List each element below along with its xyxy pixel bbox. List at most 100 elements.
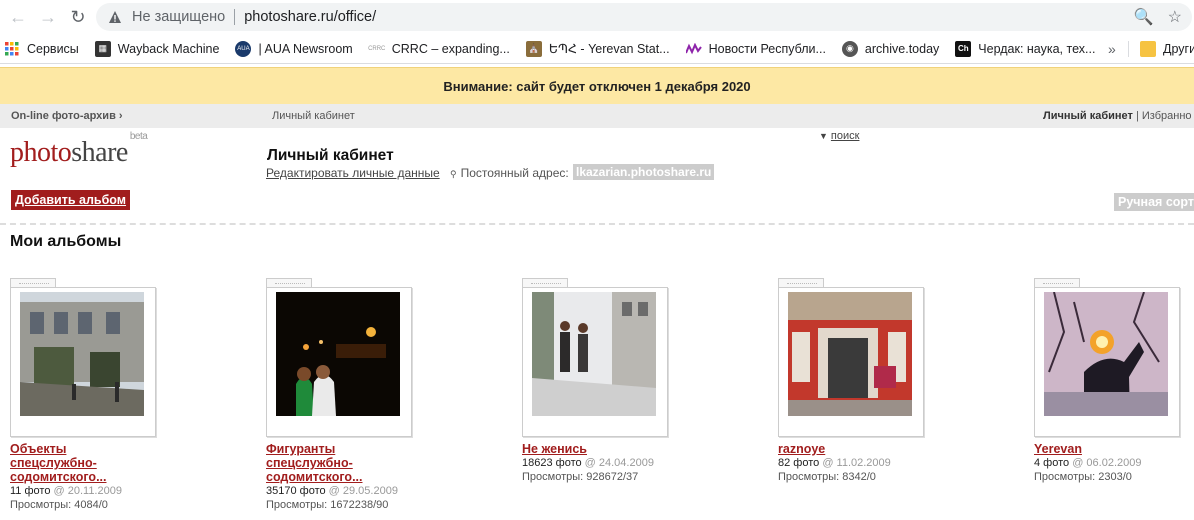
- search-link[interactable]: ▼ поиск: [819, 130, 859, 142]
- album-photo-count: 11 фото: [10, 485, 51, 497]
- album-thumbnail[interactable]: [788, 292, 912, 416]
- logo-part-photo: photo: [10, 137, 72, 168]
- add-album-button[interactable]: Добавить альбом: [11, 190, 131, 210]
- album-title-link[interactable]: Yerevan: [1034, 442, 1164, 456]
- reload-icon[interactable]: ↻: [66, 5, 90, 29]
- triangle-down-icon: ▼: [819, 131, 828, 141]
- album-views: Просмотры: 2303/0: [1034, 471, 1132, 483]
- album-date: @ 06.02.2009: [1072, 457, 1142, 469]
- bookmark-label: Wayback Machine: [117, 41, 220, 56]
- album-thumbnail[interactable]: [1044, 292, 1168, 416]
- nav-favorites-link[interactable]: | Избранно: [1133, 110, 1192, 122]
- album-views: Просмотры: 4084/0: [10, 499, 108, 511]
- bookmark-label: | AUA Newsroom: [258, 41, 353, 56]
- perm-label-text: Постоянный адрес:: [460, 166, 569, 180]
- album-folder[interactable]: [266, 278, 412, 438]
- album-date: @ 11.02.2009: [822, 457, 891, 469]
- bookmark-label: CRRC – expanding...: [391, 41, 510, 56]
- album-meta: 4 фото @ 06.02.2009: [1034, 457, 1194, 470]
- edit-profile-link[interactable]: Редактировать личные данные: [266, 166, 440, 180]
- albums-heading: Мои альбомы: [10, 233, 122, 250]
- nav-current-page: Личный кабинет: [272, 110, 355, 122]
- ch-icon: Ch: [955, 40, 972, 57]
- folder-icon: [1140, 41, 1156, 57]
- search-label: поиск: [830, 130, 860, 142]
- crrc-icon: CRRC: [368, 45, 386, 52]
- bookmark-archive[interactable]: ◉ archive.today: [841, 40, 940, 57]
- album-folder[interactable]: [522, 278, 668, 438]
- apps-grid-icon: [4, 41, 20, 57]
- bookmark-label: Чердак: наука, тех...: [978, 41, 1096, 56]
- album-title-link[interactable]: Фигуранты спецслужбно-содомитского...: [266, 442, 396, 484]
- album-photo-count: 18623 фото: [522, 457, 582, 469]
- bookmarks-bar: Сервисы ▦ Wayback Machine AUA | AUA News…: [0, 34, 1194, 64]
- url-text[interactable]: photoshare.ru/office/: [244, 9, 376, 25]
- warning-icon: [109, 11, 121, 23]
- album-views: Просмотры: 928672/37: [522, 471, 639, 483]
- search-small-icon: ⚲: [450, 169, 457, 179]
- other-bookmarks[interactable]: Другие: [1140, 34, 1194, 64]
- divider: [0, 223, 1194, 225]
- album-title-link[interactable]: Не женись: [522, 442, 652, 456]
- album-meta: 35170 фото @ 29.05.2009: [266, 485, 486, 498]
- bookmarks-divider: [1128, 41, 1129, 57]
- bookmark-services[interactable]: Сервисы: [4, 41, 79, 57]
- site-logo[interactable]: photosharebeta: [10, 131, 148, 169]
- album-date: @ 24.04.2009: [584, 457, 654, 469]
- logo-beta: beta: [129, 130, 148, 142]
- album-thumbnail[interactable]: [532, 292, 656, 416]
- bookmark-label: Сервисы: [27, 41, 79, 56]
- aua-icon: AUA: [235, 40, 252, 57]
- album-photo-count: 35170 фото: [266, 485, 326, 497]
- album-title-link[interactable]: Объекты спецслужбно-содомитского...: [10, 442, 140, 484]
- nav-cabinet-link[interactable]: Личный кабинет: [1043, 110, 1133, 122]
- permanent-address-label: ⚲ Постоянный адрес:: [450, 166, 569, 180]
- logo-part-share: share: [71, 137, 128, 168]
- album-views: Просмотры: 8342/0: [778, 471, 876, 483]
- bookmark-news[interactable]: Новости Республи...: [685, 41, 826, 57]
- manual-sort-button[interactable]: Ручная сортир: [1114, 193, 1194, 211]
- bookmark-crrc[interactable]: CRRC CRRC – expanding...: [368, 41, 510, 57]
- bookmark-cherdak[interactable]: Ch Чердак: наука, тех...: [955, 40, 1096, 57]
- nav-right-links: Личный кабинет | Избранно: [1043, 110, 1192, 122]
- album-photo-count: 4 фото: [1034, 457, 1070, 469]
- album-card: Yerevan 4 фото @ 06.02.2009 Просмотры: 2…: [1034, 278, 1194, 484]
- back-arrow-icon[interactable]: ←: [6, 5, 30, 29]
- album-folder[interactable]: [1034, 278, 1180, 438]
- bookmarks-more-button[interactable]: »: [1108, 41, 1116, 57]
- news-wave-icon: [685, 41, 702, 57]
- university-icon: ⛪: [525, 40, 542, 57]
- bookmark-wayback[interactable]: ▦ Wayback Machine: [94, 40, 220, 57]
- album-thumbnail[interactable]: [276, 292, 400, 416]
- nav-home-link[interactable]: On-line фото-архив ›: [11, 110, 123, 122]
- album-views: Просмотры: 1672238/90: [266, 499, 389, 511]
- album-date: @ 29.05.2009: [328, 485, 398, 497]
- site-nav: On-line фото-архив › Личный кабинет Личн…: [0, 104, 1194, 128]
- star-icon[interactable]: ☆: [1168, 7, 1182, 27]
- album-card: Не женись 18623 фото @ 24.04.2009 Просмо…: [522, 278, 742, 484]
- zoom-icon[interactable]: 🔍: [1134, 7, 1154, 27]
- album-meta: 82 фото @ 11.02.2009: [778, 457, 998, 470]
- bookmark-label: Новости Республи...: [708, 41, 826, 56]
- album-meta: 11 фото @ 20.11.2009: [10, 485, 230, 498]
- album-folder[interactable]: [10, 278, 156, 438]
- album-thumbnail[interactable]: [20, 292, 144, 416]
- other-bookmarks-label: Другие: [1163, 42, 1194, 56]
- forward-arrow-icon[interactable]: →: [36, 5, 60, 29]
- url-separator: [234, 9, 236, 25]
- album-folder[interactable]: [778, 278, 924, 438]
- album-card: Объекты спецслужбно-содомитского... 11 ф…: [10, 278, 230, 512]
- globe-icon: ◉: [841, 40, 858, 57]
- address-bar[interactable]: Не защищено photoshare.ru/office/ 🔍 ☆: [96, 3, 1192, 31]
- bookmark-aua[interactable]: AUA | AUA Newsroom: [235, 40, 353, 57]
- album-meta: 18623 фото @ 24.04.2009: [522, 457, 742, 470]
- shutdown-notice: Внимание: сайт будет отключен 1 декабря …: [0, 67, 1194, 104]
- permanent-address-link[interactable]: lkazarian.photoshare.ru: [573, 164, 715, 180]
- album-card: raznoye 82 фото @ 11.02.2009 Просмотры: …: [778, 278, 998, 484]
- wayback-icon: ▦: [94, 40, 111, 57]
- bookmark-label: archive.today: [864, 41, 940, 56]
- album-card: Фигуранты спецслужбно-содомитского... 35…: [266, 278, 486, 512]
- album-title-link[interactable]: raznoye: [778, 442, 908, 456]
- bookmark-ysu[interactable]: ⛪ ԵՊՀ - Yerevan Stat...: [525, 40, 670, 57]
- album-photo-count: 82 фото: [778, 457, 820, 469]
